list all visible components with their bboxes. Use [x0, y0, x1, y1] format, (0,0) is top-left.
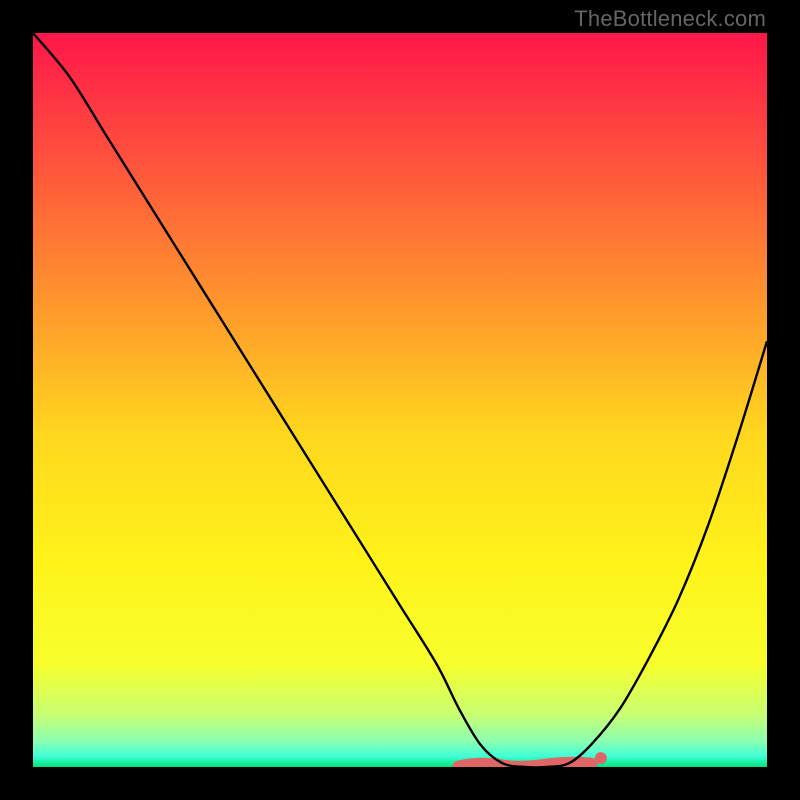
- flat-region-end-dot: [595, 752, 607, 764]
- plot-area: [33, 33, 767, 767]
- gradient-background: [33, 33, 767, 767]
- watermark-text: TheBottleneck.com: [574, 6, 766, 32]
- chart-svg: [33, 33, 767, 767]
- chart-frame: TheBottleneck.com: [0, 0, 800, 800]
